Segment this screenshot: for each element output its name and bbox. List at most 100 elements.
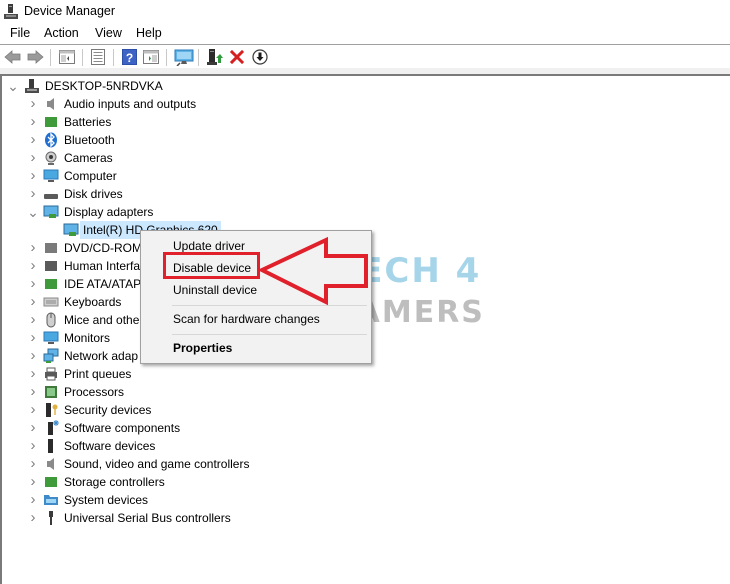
properties-icon bbox=[91, 49, 105, 65]
chevron-right-icon[interactable]: › bbox=[28, 149, 38, 167]
tree-item-label: Cameras bbox=[64, 151, 113, 165]
tree-category[interactable]: › Processors bbox=[2, 383, 402, 401]
chevron-down-icon[interactable]: ⌄ bbox=[7, 77, 19, 95]
speaker-icon bbox=[43, 456, 59, 472]
chevron-right-icon[interactable]: › bbox=[28, 491, 38, 509]
tree-item-label: DESKTOP-5NRDVKA bbox=[45, 79, 163, 93]
help-button[interactable]: ? bbox=[120, 48, 138, 66]
chevron-right-icon[interactable]: › bbox=[28, 167, 38, 185]
chevron-right-icon[interactable]: › bbox=[28, 275, 38, 293]
tree-item-label: Print queues bbox=[64, 367, 132, 381]
highlight-box bbox=[163, 252, 260, 279]
tree-category[interactable]: › Universal Serial Bus controllers bbox=[2, 509, 402, 527]
toolbar-separator bbox=[166, 49, 167, 66]
chevron-right-icon[interactable]: › bbox=[28, 419, 38, 437]
computer-tower-icon bbox=[24, 78, 40, 94]
software-device-icon bbox=[43, 438, 59, 454]
tree-item-label: Security devices bbox=[64, 403, 152, 417]
toolbar-separator bbox=[198, 49, 199, 66]
tree-category[interactable]: › Computer bbox=[2, 167, 402, 185]
tree-category[interactable]: ⌄ Display adapters bbox=[2, 203, 402, 221]
tree-item-label: Universal Serial Bus controllers bbox=[64, 511, 231, 525]
tree-item-label: Storage controllers bbox=[64, 475, 165, 489]
tree-item-label: Disk drives bbox=[64, 187, 123, 201]
chevron-right-icon[interactable]: › bbox=[28, 473, 38, 491]
system-folder-icon bbox=[43, 492, 59, 508]
tree-item-label: Mice and othe bbox=[64, 313, 140, 327]
console-tree-icon bbox=[59, 50, 75, 64]
ctx-properties[interactable]: Properties bbox=[141, 337, 371, 359]
tree-category[interactable]: › Audio inputs and outputs bbox=[2, 95, 402, 113]
tree-item-label: Bluetooth bbox=[64, 133, 115, 147]
tree-root[interactable]: ⌄ DESKTOP-5NRDVKA bbox=[2, 77, 302, 95]
tree-category[interactable]: › Security devices bbox=[2, 401, 402, 419]
chevron-right-icon[interactable]: › bbox=[28, 95, 38, 113]
tree-item-label: Monitors bbox=[64, 331, 111, 345]
toolbar-separator bbox=[50, 49, 51, 66]
tree-item-label: Computer bbox=[64, 169, 117, 183]
update-driver-button[interactable] bbox=[206, 48, 224, 66]
dvd-icon bbox=[43, 240, 59, 256]
disable-device-button[interactable] bbox=[251, 48, 269, 66]
chevron-right-icon[interactable]: › bbox=[28, 239, 38, 257]
tree-category[interactable]: › Software devices bbox=[2, 437, 402, 455]
tree-item-label: DVD/CD-ROM bbox=[64, 241, 142, 255]
menu-action[interactable]: Action bbox=[42, 26, 81, 40]
device-manager-icon bbox=[4, 4, 18, 19]
forward-button[interactable] bbox=[26, 48, 44, 66]
tree-item-label: Batteries bbox=[64, 115, 112, 129]
menu-file[interactable]: File bbox=[8, 26, 32, 40]
chevron-right-icon[interactable]: › bbox=[28, 455, 38, 473]
chevron-right-icon[interactable]: › bbox=[28, 131, 38, 149]
window-title: Device Manager bbox=[24, 4, 116, 18]
ide-icon bbox=[43, 276, 59, 292]
menu-help[interactable]: Help bbox=[134, 26, 164, 40]
chevron-right-icon[interactable]: › bbox=[28, 329, 38, 347]
tree-category[interactable]: › Cameras bbox=[2, 149, 402, 167]
menu-view[interactable]: View bbox=[93, 26, 124, 40]
chevron-right-icon[interactable]: › bbox=[28, 185, 38, 203]
arrow-left-icon bbox=[4, 50, 21, 64]
ctx-scan-hardware[interactable]: Scan for hardware changes bbox=[141, 308, 371, 330]
chevron-right-icon[interactable]: › bbox=[28, 365, 38, 383]
back-button[interactable] bbox=[4, 48, 22, 66]
tree-category[interactable]: › Storage controllers bbox=[2, 473, 402, 491]
tree-category[interactable]: › System devices bbox=[2, 491, 402, 509]
properties-button[interactable] bbox=[89, 48, 107, 66]
tree-item-label: Sound, video and game controllers bbox=[64, 457, 250, 471]
storage-icon bbox=[43, 474, 59, 490]
tree-category[interactable]: › Print queues bbox=[2, 365, 402, 383]
chevron-right-icon[interactable]: › bbox=[28, 311, 38, 329]
software-component-icon bbox=[43, 420, 59, 436]
show-hide-console-tree-button[interactable] bbox=[58, 48, 76, 66]
disk-drive-icon bbox=[43, 186, 59, 202]
tree-category[interactable]: › Software components bbox=[2, 419, 402, 437]
ctx-item-label: Scan for hardware changes bbox=[173, 312, 320, 326]
tree-item-label: Human Interfa bbox=[64, 259, 141, 273]
display-adapter-icon bbox=[43, 204, 59, 220]
chevron-down-icon[interactable]: ⌄ bbox=[27, 203, 39, 221]
arrow-right-icon bbox=[27, 50, 44, 64]
scan-hardware-button[interactable] bbox=[173, 48, 195, 66]
chevron-right-icon[interactable]: › bbox=[28, 401, 38, 419]
ctx-item-label: Uninstall device bbox=[173, 283, 258, 297]
red-arrow-icon bbox=[258, 236, 368, 306]
chevron-right-icon[interactable]: › bbox=[28, 293, 38, 311]
title-bar: Device Manager bbox=[0, 0, 730, 24]
tree-category[interactable]: › Sound, video and game controllers bbox=[2, 455, 402, 473]
uninstall-device-button[interactable] bbox=[228, 48, 246, 66]
tree-category[interactable]: › Batteries bbox=[2, 113, 402, 131]
chevron-right-icon[interactable]: › bbox=[28, 113, 38, 131]
tree-item-label: Audio inputs and outputs bbox=[64, 97, 197, 111]
speaker-icon bbox=[43, 96, 59, 112]
chevron-right-icon[interactable]: › bbox=[28, 347, 38, 365]
chevron-right-icon[interactable]: › bbox=[28, 509, 38, 527]
tree-category[interactable]: › Bluetooth bbox=[2, 131, 402, 149]
monitor-scan-icon bbox=[174, 49, 194, 66]
chevron-right-icon[interactable]: › bbox=[28, 257, 38, 275]
computer-icon bbox=[43, 168, 59, 184]
show-hide-action-pane-button[interactable] bbox=[142, 48, 160, 66]
chevron-right-icon[interactable]: › bbox=[28, 437, 38, 455]
chevron-right-icon[interactable]: › bbox=[28, 383, 38, 401]
tree-category[interactable]: › Disk drives bbox=[2, 185, 402, 203]
